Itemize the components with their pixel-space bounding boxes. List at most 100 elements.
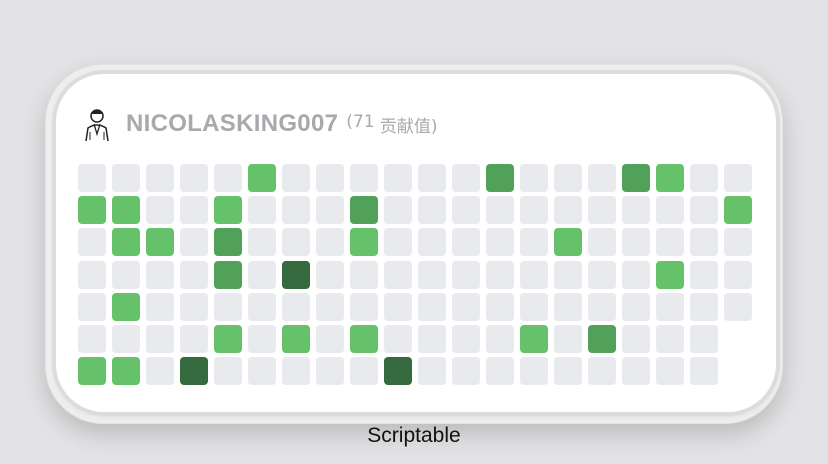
contribution-summary: ( 71 贡献值) xyxy=(346,112,437,137)
contribution-cell xyxy=(214,325,242,353)
contribution-cell xyxy=(520,325,548,353)
contribution-cell xyxy=(656,261,684,289)
contribution-cell xyxy=(350,293,378,321)
contribution-cell xyxy=(384,228,412,256)
contribution-cell xyxy=(418,325,446,353)
contribution-cell xyxy=(180,325,208,353)
contribution-cell xyxy=(180,357,208,385)
contribution-cell xyxy=(486,357,514,385)
contribution-cell xyxy=(112,261,140,289)
contribution-cell xyxy=(486,228,514,256)
contribution-cell xyxy=(520,228,548,256)
contribution-cell xyxy=(384,293,412,321)
contribution-cell xyxy=(690,196,718,224)
contribution-cell xyxy=(452,261,480,289)
contribution-cell xyxy=(452,196,480,224)
contribution-cell xyxy=(350,196,378,224)
contribution-cell xyxy=(486,325,514,353)
contribution-cell xyxy=(316,325,344,353)
contribution-cell xyxy=(350,325,378,353)
contribution-cell xyxy=(316,164,344,192)
contribution-cell xyxy=(78,261,106,289)
contribution-cell xyxy=(384,261,412,289)
contribution-cell xyxy=(282,357,310,385)
contribution-cell xyxy=(146,325,174,353)
contribution-cell xyxy=(656,228,684,256)
contribution-cell xyxy=(384,357,412,385)
contribution-cell xyxy=(724,261,752,289)
contribution-cell xyxy=(146,261,174,289)
contribution-cell xyxy=(622,196,650,224)
contribution-cell xyxy=(248,196,276,224)
contribution-cell xyxy=(112,357,140,385)
contribution-cell xyxy=(690,325,718,353)
contribution-cell xyxy=(520,357,548,385)
contribution-cell xyxy=(452,228,480,256)
contribution-cell xyxy=(622,261,650,289)
contribution-cell xyxy=(146,293,174,321)
contribution-cell xyxy=(78,293,106,321)
contribution-cell xyxy=(690,164,718,192)
contribution-cell xyxy=(350,357,378,385)
contribution-cell xyxy=(554,228,582,256)
contribution-cell xyxy=(282,196,310,224)
contribution-cell xyxy=(690,228,718,256)
contribution-cell xyxy=(690,357,718,385)
contribution-cell xyxy=(554,196,582,224)
contribution-cell xyxy=(486,261,514,289)
contribution-cell xyxy=(180,261,208,289)
contribution-cell xyxy=(248,261,276,289)
contribution-cell xyxy=(452,325,480,353)
contribution-cell xyxy=(112,164,140,192)
contribution-cell xyxy=(724,196,752,224)
contribution-cell xyxy=(656,164,684,192)
contribution-cell xyxy=(78,228,106,256)
widget-caption: Scriptable xyxy=(367,424,461,447)
contribution-cell xyxy=(282,261,310,289)
contribution-cell xyxy=(180,164,208,192)
contribution-cell xyxy=(486,293,514,321)
contribution-cell xyxy=(418,164,446,192)
contribution-cell xyxy=(418,357,446,385)
contribution-cell xyxy=(282,293,310,321)
contribution-cell xyxy=(350,228,378,256)
contribution-open-paren: ( xyxy=(346,111,353,132)
contribution-cell xyxy=(690,293,718,321)
contribution-cell xyxy=(112,228,140,256)
contribution-cell xyxy=(248,325,276,353)
contribution-cell xyxy=(282,164,310,192)
contribution-cell xyxy=(350,261,378,289)
contribution-cell xyxy=(622,357,650,385)
contribution-cell xyxy=(180,196,208,224)
contribution-cell xyxy=(282,228,310,256)
contribution-cell xyxy=(180,293,208,321)
contribution-cell xyxy=(486,164,514,192)
contribution-cell xyxy=(146,357,174,385)
username: NICOLASKING007 xyxy=(126,110,339,137)
contribution-cell xyxy=(316,261,344,289)
contribution-cell xyxy=(588,357,616,385)
contribution-cell xyxy=(146,196,174,224)
contribution-cell xyxy=(554,325,582,353)
contribution-cell xyxy=(622,228,650,256)
contribution-cell xyxy=(214,228,242,256)
contribution-cell xyxy=(452,293,480,321)
contribution-cell xyxy=(78,164,106,192)
contribution-cell xyxy=(486,196,514,224)
contribution-cell xyxy=(214,261,242,289)
contribution-cell xyxy=(554,164,582,192)
contribution-cell xyxy=(214,196,242,224)
contribution-cell xyxy=(724,293,752,321)
contribution-cell xyxy=(554,293,582,321)
contribution-cell xyxy=(350,164,378,192)
contribution-cell xyxy=(248,228,276,256)
contribution-cell xyxy=(588,261,616,289)
contribution-cell xyxy=(418,293,446,321)
contribution-cell xyxy=(622,164,650,192)
contribution-cell xyxy=(418,196,446,224)
contribution-cell xyxy=(554,357,582,385)
contribution-cell xyxy=(656,293,684,321)
contribution-cell xyxy=(316,196,344,224)
contribution-cell xyxy=(656,357,684,385)
contribution-label: 贡献值) xyxy=(374,116,438,137)
